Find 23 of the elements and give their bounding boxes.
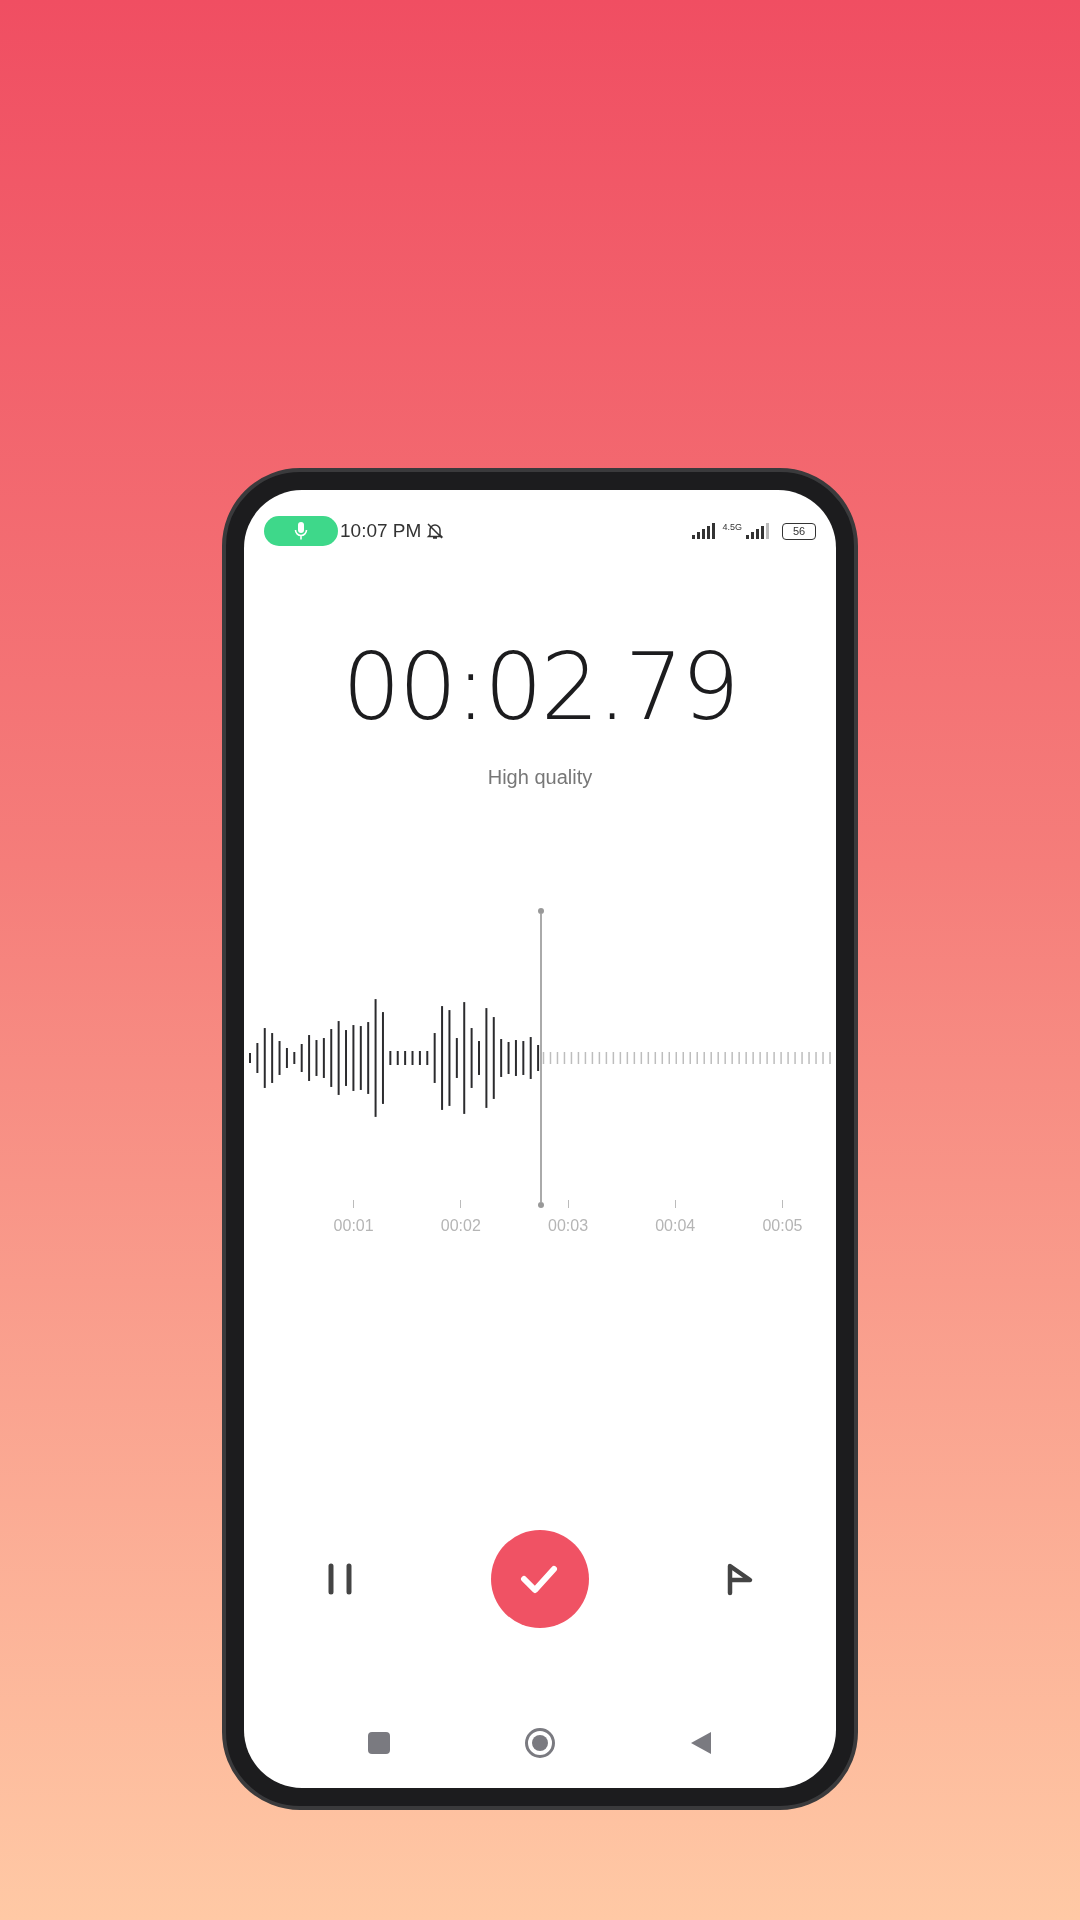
tick-mark	[567, 1200, 569, 1208]
status-time: 10:07 PM	[340, 518, 422, 543]
network-label: 4.5G	[722, 522, 742, 532]
tick-mark	[353, 1200, 355, 1208]
bell-off-icon	[425, 521, 446, 541]
tick-mark	[781, 1200, 783, 1208]
tick-mark	[460, 1200, 462, 1208]
signal-icon	[746, 523, 772, 539]
time-tick-label: 00:01	[333, 1216, 374, 1236]
time-tick-label: 00:03	[548, 1216, 589, 1236]
microphone-icon	[294, 521, 308, 541]
tick-mark	[674, 1200, 676, 1208]
quality-label: High quality	[487, 765, 593, 790]
time-tick-label: 00:02	[440, 1216, 481, 1236]
timer: 00:02.79	[342, 642, 738, 734]
flag-icon	[726, 1562, 754, 1596]
time-tick-label: 00:05	[762, 1216, 803, 1236]
battery-indicator: 56	[782, 522, 816, 540]
checkmark-icon	[520, 1564, 560, 1594]
recents-button[interactable]	[368, 1732, 390, 1754]
home-button[interactable]	[525, 1728, 555, 1758]
back-icon[interactable]	[690, 1731, 712, 1755]
time-tick-label: 00:04	[655, 1216, 696, 1236]
